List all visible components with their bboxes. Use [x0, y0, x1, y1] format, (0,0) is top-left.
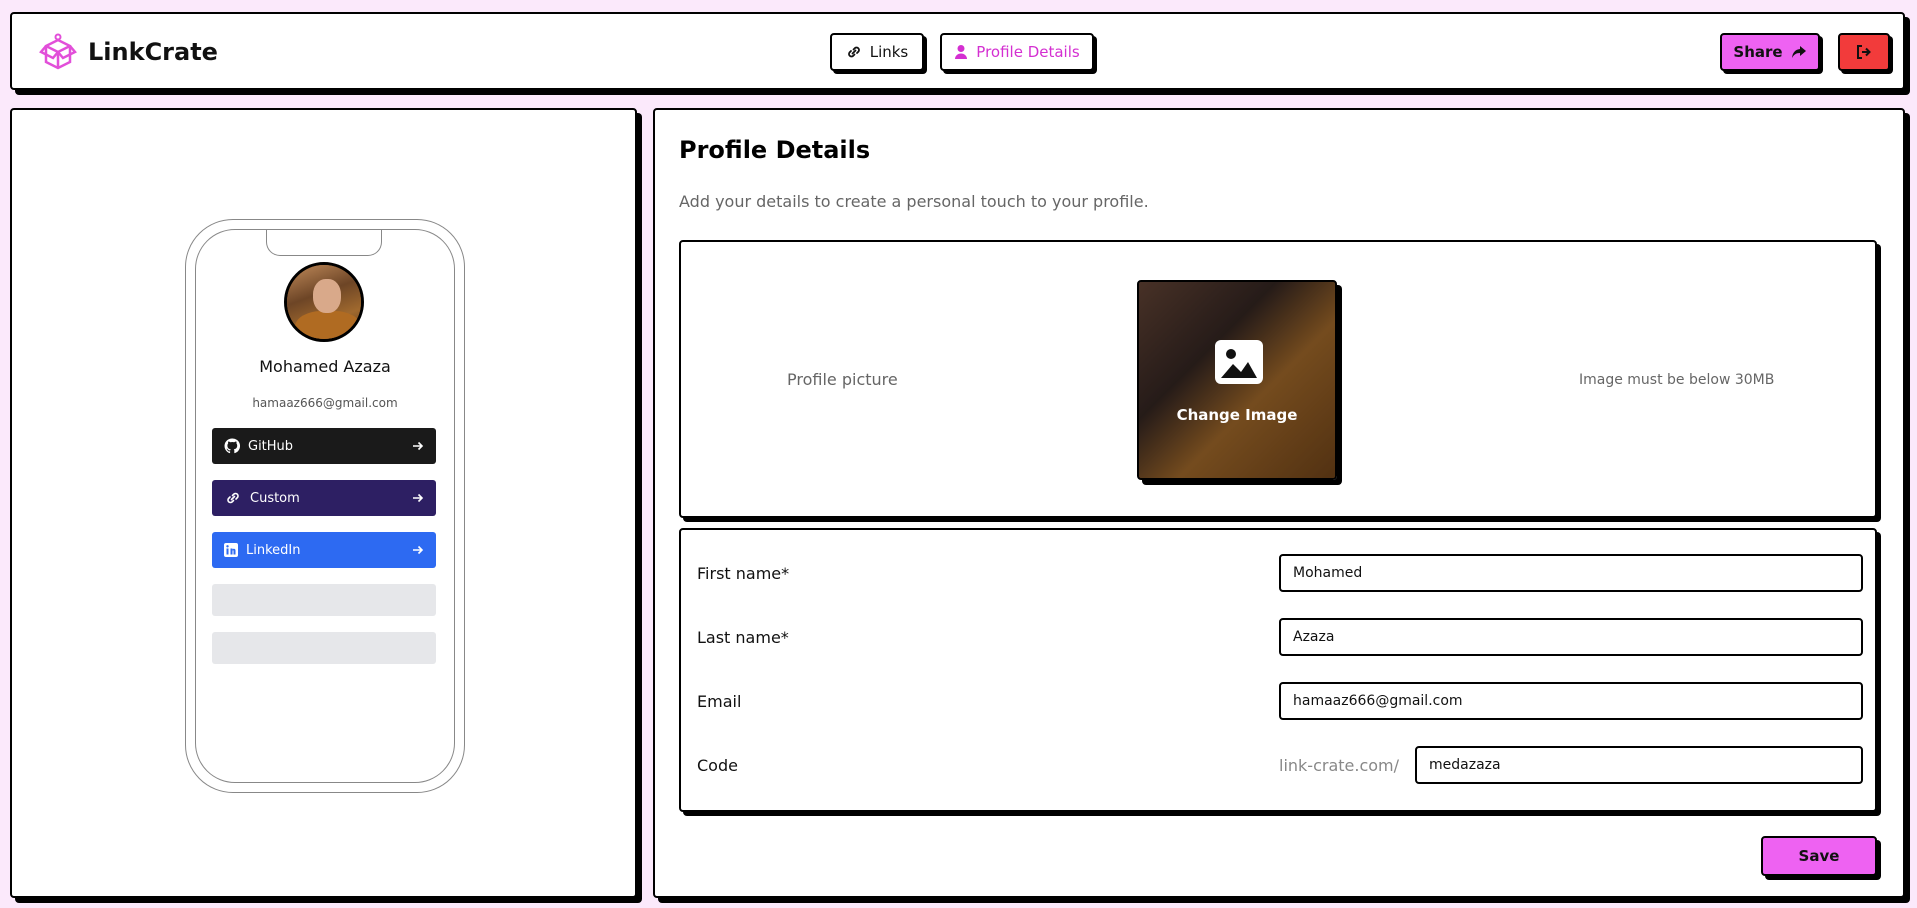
last-name-input[interactable] — [1279, 618, 1863, 656]
brand-name: LinkCrate — [88, 38, 218, 66]
preview-link-github[interactable]: GitHub — [212, 428, 436, 464]
email-input[interactable] — [1279, 682, 1863, 720]
box-logo-icon — [38, 32, 78, 72]
preview-link-custom[interactable]: Custom — [212, 480, 436, 516]
tab-links[interactable]: Links — [830, 33, 924, 71]
preview-avatar — [284, 262, 364, 342]
tab-profile-details[interactable]: Profile Details — [940, 33, 1094, 71]
code-input[interactable] — [1415, 746, 1863, 784]
preview-email: hamaaz666@gmail.com — [252, 396, 398, 410]
share-button-label: Share — [1733, 43, 1783, 61]
profile-details-panel: Profile Details Add your details to crea… — [653, 108, 1905, 898]
linkedin-icon — [224, 543, 238, 557]
phone-preview-panel: Mohamed Azaza hamaaz666@gmail.com GitHub… — [10, 108, 637, 898]
profile-picture-upload[interactable]: Change Image — [1137, 280, 1337, 480]
github-icon — [224, 438, 240, 454]
brand-logo[interactable]: LinkCrate — [38, 32, 218, 72]
empty-link-placeholder — [212, 632, 436, 664]
preview-link-linkedin-label: LinkedIn — [246, 542, 301, 558]
first-name-input[interactable] — [1279, 554, 1863, 592]
empty-link-placeholder — [212, 584, 436, 616]
preview-link-linkedin[interactable]: LinkedIn — [212, 532, 436, 568]
change-image-label: Change Image — [1176, 406, 1298, 424]
arrow-right-icon — [412, 492, 424, 504]
last-name-label: Last name* — [697, 628, 789, 647]
preview-link-github-label: GitHub — [248, 438, 294, 454]
link-icon — [224, 490, 242, 506]
preview-name: Mohamed Azaza — [259, 357, 391, 376]
link-icon — [846, 44, 862, 60]
save-button[interactable]: Save — [1761, 836, 1877, 876]
arrow-right-icon — [412, 440, 424, 452]
first-name-label: First name* — [697, 564, 790, 583]
top-header: LinkCrate Links Profile Details Share — [10, 12, 1905, 90]
image-size-note: Image must be below 30MB — [1579, 372, 1775, 388]
tab-profile-details-label: Profile Details — [976, 43, 1080, 61]
logout-button[interactable] — [1838, 33, 1890, 71]
page-subtitle: Add your details to create a personal to… — [679, 192, 1149, 211]
profile-form: First name* Last name* Email Code link-c… — [679, 528, 1877, 812]
profile-picture-section: Profile picture Change Image Image must … — [679, 240, 1877, 518]
profile-picture-label: Profile picture — [787, 370, 898, 389]
code-label: Code — [697, 756, 738, 775]
phone-notch — [266, 230, 382, 256]
user-icon — [954, 44, 968, 60]
code-prefix: link-crate.com/ — [1279, 756, 1400, 775]
tab-links-label: Links — [869, 43, 909, 61]
arrow-right-icon — [412, 544, 424, 556]
email-label: Email — [697, 692, 742, 711]
page-title: Profile Details — [679, 136, 871, 164]
share-arrow-icon — [1791, 45, 1807, 59]
share-button[interactable]: Share — [1720, 33, 1820, 71]
image-icon — [1215, 340, 1263, 384]
preview-link-custom-label: Custom — [250, 490, 300, 506]
logout-icon — [1856, 45, 1872, 59]
